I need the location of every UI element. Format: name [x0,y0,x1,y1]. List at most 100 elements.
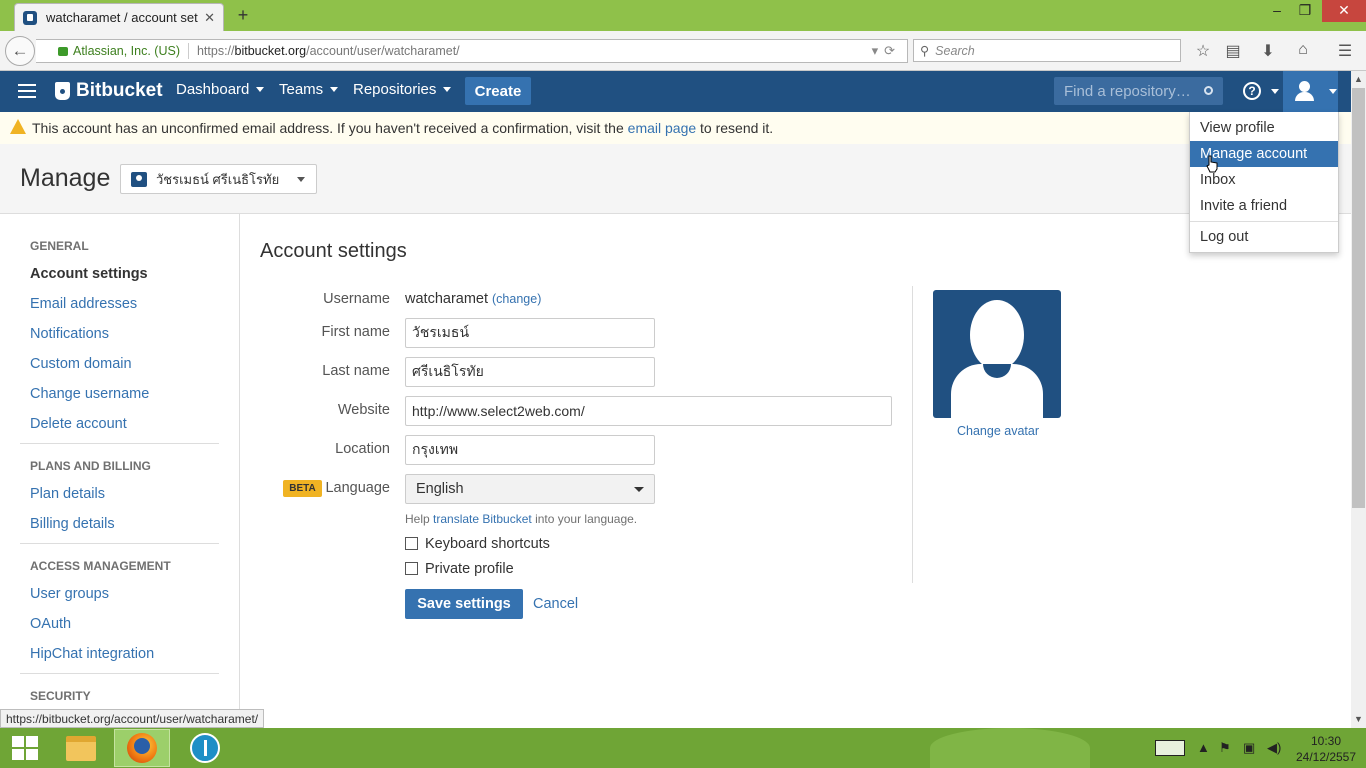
clock[interactable]: 10:30 24/12/2557 [1294,733,1358,765]
avatar[interactable] [933,290,1061,418]
sidebar-divider [20,543,219,544]
website-field[interactable]: http://www.select2web.com/ [405,396,892,426]
language-select[interactable]: English [405,474,655,504]
nav-repositories-label: Repositories [353,81,437,98]
sidebar-item-plan-details[interactable]: Plan details [30,486,105,502]
window-close-button[interactable]: ✕ [1322,0,1366,22]
search-icon [1204,86,1213,95]
reading-list-icon[interactable]: ▤ [1222,41,1244,61]
repository-search-input[interactable]: Find a repository… [1054,77,1223,105]
nav-dashboard-label: Dashboard [176,81,250,98]
restore-button[interactable]: ❐ [1290,0,1320,22]
sidebar-item-account-settings[interactable]: Account settings [30,266,148,282]
save-settings-button[interactable]: Save settings [405,589,523,619]
sidebar-item-custom-domain[interactable]: Custom domain [30,356,132,372]
site-identity[interactable]: Atlassian, Inc. (US) [73,44,180,58]
browser-search-placeholder: Search [935,43,975,58]
sidebar-header-plans: PLANS AND BILLING [30,459,151,473]
back-button[interactable]: ← [5,36,35,66]
cancel-link[interactable]: Cancel [533,596,578,612]
sourcetree-icon[interactable] [190,733,220,763]
first-name-field[interactable]: วัชรเมธน์ [405,318,655,348]
browser-tab[interactable]: watcharamet / account set... ✕ [14,3,224,31]
menu-item-inbox[interactable]: Inbox [1200,172,1235,188]
keyboard-icon[interactable] [1155,740,1185,756]
tray-arrow-icon[interactable]: ▲ [1197,740,1210,755]
chevron-down-icon [330,87,339,92]
browser-search-input[interactable]: ⚲ Search [913,39,1181,62]
minimize-button[interactable]: – [1262,0,1292,22]
create-button[interactable]: Create [465,77,531,105]
url-path: /account/user/watcharamet/ [306,44,460,58]
page-title: Manage [20,164,111,192]
url-prefix: https:// [196,44,235,58]
scroll-up-icon[interactable]: ▲ [1351,72,1366,87]
tab-title: watcharamet / account set... [46,10,199,25]
translate-bitbucket-link[interactable]: translate Bitbucket [433,512,532,526]
avatar-icon [1299,81,1310,92]
network-icon[interactable]: ▣ [1243,740,1255,756]
bitbucket-favicon-icon [23,10,37,25]
change-avatar-link[interactable]: Change avatar [957,424,1039,438]
translate-help-after: into your language. [531,512,638,526]
warning-icon [10,119,26,134]
status-url: https://bitbucket.org/account/user/watch… [0,709,265,728]
sidebar-item-hipchat-integration[interactable]: HipChat integration [30,646,154,662]
private-profile-label[interactable]: Private profile [425,561,514,577]
home-icon[interactable]: ⌂ [1292,41,1314,61]
nav-repositories[interactable]: Repositories [353,81,452,98]
location-field[interactable]: กรุงเทพ [405,435,655,465]
sidebar-item-change-username[interactable]: Change username [30,386,149,402]
last-name-label: Last name [322,363,390,379]
sidebar-item-user-groups[interactable]: User groups [30,586,109,602]
file-explorer-icon[interactable] [66,736,96,761]
nav-teams[interactable]: Teams [279,81,339,98]
menu-item-view-profile[interactable]: View profile [1200,120,1275,136]
sidebar-item-billing-details[interactable]: Billing details [30,516,115,532]
clock-date: 24/12/2557 [1295,750,1357,764]
download-icon[interactable]: ⬇ [1257,41,1279,61]
chevron-down-icon [256,87,265,92]
back-arrow-icon: ← [11,41,29,60]
email-page-link[interactable]: email page [628,120,697,136]
scrollbar-thumb[interactable] [1352,88,1365,508]
start-button[interactable] [12,736,38,760]
website-label: Website [337,402,390,418]
sidebar-item-notifications[interactable]: Notifications [30,326,109,342]
flag-icon[interactable]: ⚑ [1219,740,1231,756]
account-switcher-label: วัชรเมธน์ ศรีเนธิโรทัย [156,171,280,187]
banner-text-before: This account has an unconfirmed email ad… [32,120,628,136]
keyboard-shortcuts-label[interactable]: Keyboard shortcuts [425,536,550,552]
firefox-globe [134,738,150,754]
last-name-field[interactable]: ศรีเนธิโรทัย [405,357,655,387]
sidebar-item-oauth[interactable]: OAuth [30,616,71,632]
bookmark-star-icon[interactable]: ☆ [1192,41,1214,61]
menu-item-invite-friend[interactable]: Invite a friend [1200,198,1287,214]
menu-divider [1190,221,1338,222]
tab-close-icon[interactable]: ✕ [204,10,215,26]
user-icon [131,171,147,187]
address-bar[interactable]: Atlassian, Inc. (US) https://bitbucket.o… [36,39,908,63]
avatar-icon-body [1295,92,1314,101]
menu-icon[interactable]: ☰ [1334,41,1356,61]
chevron-down-icon [1271,89,1279,94]
help-icon[interactable]: ? [1243,82,1261,100]
language-label: Language [325,480,390,496]
private-profile-checkbox[interactable] [405,562,418,575]
nav-dashboard[interactable]: Dashboard [176,81,265,98]
keyboard-shortcuts-checkbox[interactable] [405,537,418,550]
sidebar-toggle-icon[interactable] [18,84,36,98]
volume-icon[interactable]: ◀) [1267,740,1281,756]
reload-icon[interactable]: ▾⟳ [872,43,907,59]
sidebar-item-email-addresses[interactable]: Email addresses [30,296,137,312]
menu-item-log-out[interactable]: Log out [1200,229,1248,245]
taskbar-decoration [930,728,1090,768]
chevron-down-icon [1329,89,1337,94]
bitbucket-logo[interactable]: Bitbucket [55,80,163,102]
account-switcher[interactable]: วัชรเมธน์ ศรีเนธิโรทัย [120,164,317,194]
sidebar-item-delete-account[interactable]: Delete account [30,416,127,432]
nav-teams-label: Teams [279,81,324,98]
change-username-link[interactable]: (change) [492,292,541,306]
scroll-down-icon[interactable]: ▼ [1351,712,1366,727]
new-tab-button[interactable]: + [233,5,253,25]
